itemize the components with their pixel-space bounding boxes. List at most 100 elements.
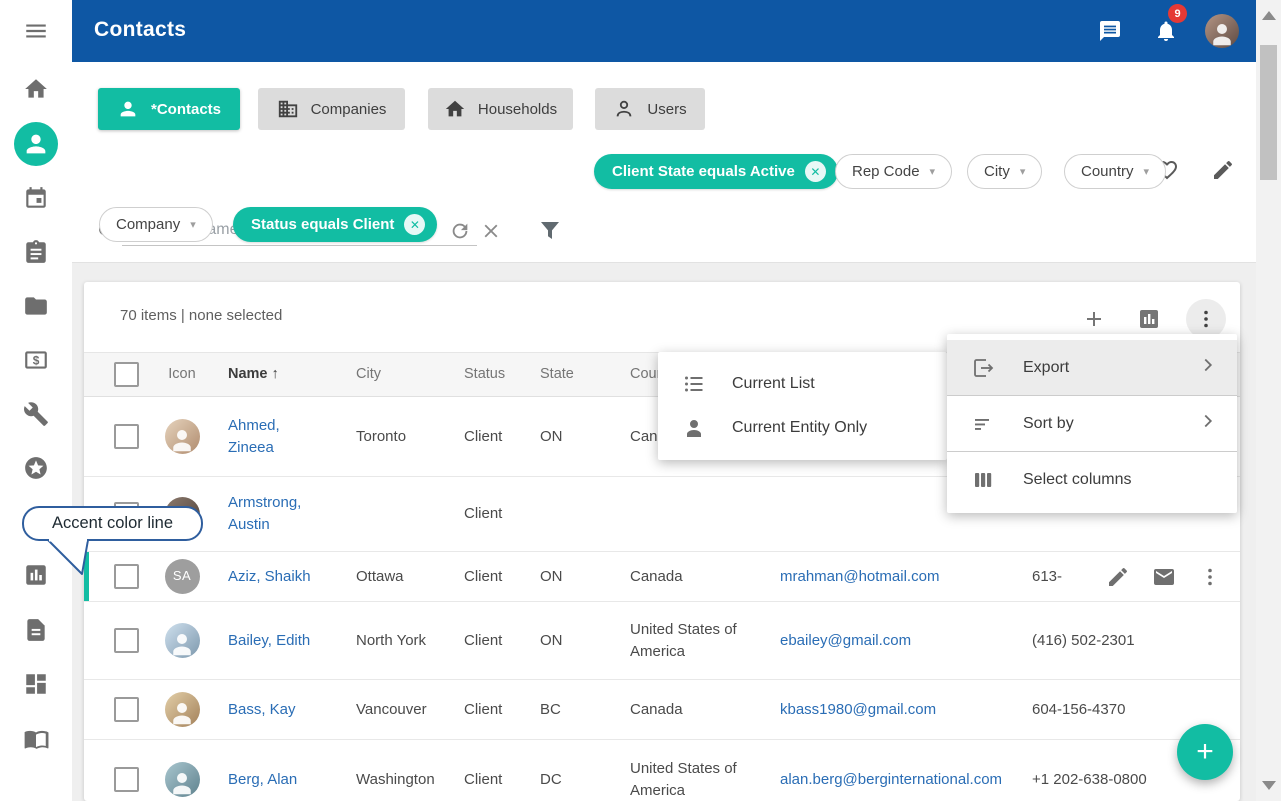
table-row[interactable]: Bass, Kay Vancouver Client BC Canada kba… [84,680,1240,740]
filter-chip-rep-code[interactable]: Rep Code ▾ [835,154,952,189]
table-row[interactable]: Bailey, Edith North York Client ON Unite… [84,602,1240,680]
row-more-options-icon[interactable] [1198,565,1222,589]
menu-item-current-entity-only[interactable]: Current Entity Only [658,406,947,450]
menu-icon[interactable] [23,18,49,44]
cell-status: Client [460,503,536,525]
cell-state: DC [536,769,614,791]
tab-contacts-label: *Contacts [151,101,221,118]
table-row[interactable]: Berg, Alan Washington Client DC United S… [84,740,1240,801]
home-icon[interactable] [23,76,49,102]
user-avatar[interactable] [1205,14,1239,48]
add-contact-fab[interactable]: + [1177,724,1233,780]
cell-country: United States of America [614,758,764,801]
filter-chip-client-state-label: Client State equals Active [612,163,795,180]
contact-photo-avatar [165,419,200,454]
filter-chip-city[interactable]: City ▾ [967,154,1042,189]
documents-file-icon[interactable] [23,617,49,643]
chevron-right-icon [1197,410,1219,437]
row-checkbox[interactable] [114,767,139,792]
tab-companies[interactable]: Companies [258,88,405,130]
contact-name-link[interactable]: Berg, Alan [228,771,297,788]
tab-households[interactable]: Households [428,88,573,130]
vertical-scrollbar[interactable] [1256,0,1281,801]
select-all-checkbox[interactable] [114,362,139,387]
contact-email-link[interactable]: kbass1980@gmail.com [780,701,936,718]
row-checkbox[interactable] [114,564,139,589]
cell-city: Washington [352,769,460,791]
contact-photo-avatar [165,692,200,727]
contact-email-link[interactable]: ebailey@gmail.com [780,632,911,649]
row-checkbox[interactable] [114,424,139,449]
cell-status: Client [460,630,536,652]
tasks-clipboard-icon[interactable] [23,239,49,265]
dashboard-icon[interactable] [23,671,49,697]
cell-phone: +1 202-638-0800 [1010,769,1170,791]
menu-item-sort-by[interactable]: Sort by [947,396,1237,451]
cell-state: ON [536,630,614,652]
tab-contacts[interactable]: *Contacts [98,88,240,130]
contact-email-link[interactable]: alan.berg@berginternational.com [780,771,1002,788]
row-checkbox[interactable] [114,628,139,653]
contact-name-link[interactable]: Aziz, Shaikh [228,568,311,585]
folder-icon[interactable] [23,293,49,319]
refresh-icon[interactable] [449,220,471,242]
more-options-menu: Export Sort by Select columns [947,334,1237,513]
cell-status: Client [460,566,536,588]
filter-chip-company[interactable]: Company ▾ [99,207,213,242]
billing-dollar-icon[interactable]: $ [23,347,49,373]
scroll-up-arrow-icon[interactable] [1262,11,1276,20]
tools-wrench-icon[interactable] [23,401,49,427]
filter-chip-status[interactable]: Status equals Client ✕ [233,207,437,242]
clear-search-icon[interactable] [480,220,502,242]
filter-chip-client-state[interactable]: Client State equals Active ✕ [594,154,838,189]
edit-contact-pencil-icon[interactable] [1106,565,1130,589]
menu-item-label: Current List [732,375,929,393]
sidebar: $ [0,0,72,801]
edit-view-pencil-icon[interactable] [1211,158,1235,182]
menu-item-label: Select columns [1023,471,1219,489]
contacts-nav-icon[interactable] [14,122,58,166]
column-header-icon[interactable]: Icon [140,364,224,385]
calendar-icon[interactable] [23,185,49,211]
knowledge-book-icon[interactable] [23,726,49,752]
menu-item-select-columns[interactable]: Select columns [947,452,1237,507]
menu-item-label: Sort by [1023,415,1169,433]
filter-chip-city-label: City [984,163,1010,180]
cell-status: Client [460,426,536,448]
add-item-icon[interactable] [1074,299,1114,339]
cell-state: ON [536,426,614,448]
menu-item-export[interactable]: Export [947,340,1237,395]
contact-name-link[interactable]: Bailey, Edith [228,632,310,649]
scroll-down-arrow-icon[interactable] [1262,781,1276,790]
tab-users[interactable]: Users [595,88,705,130]
chat-icon[interactable] [1098,19,1122,43]
column-header-state[interactable]: State [536,364,614,385]
filter-funnel-icon[interactable] [538,218,562,242]
contact-email-link[interactable]: mrahman@hotmail.com [780,568,939,585]
contact-name-link[interactable]: Bass, Kay [228,701,296,718]
cell-phone: (416) 502-2301 [1010,630,1170,652]
scrollbar-thumb[interactable] [1260,45,1277,180]
callout-tail [38,538,98,578]
menu-item-current-list[interactable]: Current List [658,362,947,406]
contact-name-link[interactable]: Armstrong, Austin [228,494,301,533]
filter-chip-status-label: Status equals Client [251,216,394,233]
chart-view-icon[interactable] [1129,299,1169,339]
menu-item-label: Export [1023,359,1169,377]
more-options-icon[interactable] [1186,299,1226,339]
column-header-city[interactable]: City [352,364,460,385]
row-actions [1092,552,1222,601]
contact-name-link[interactable]: Ahmed, Zineea [228,417,280,456]
column-header-name[interactable]: Name ↑ [224,364,352,385]
cell-city: Toronto [352,426,460,448]
row-checkbox[interactable] [114,697,139,722]
column-header-status[interactable]: Status [460,364,536,385]
chevron-down-icon: ▾ [930,165,936,178]
favorites-star-icon[interactable] [23,455,49,481]
remove-filter-icon[interactable]: ✕ [404,214,425,235]
remove-filter-icon[interactable]: ✕ [805,161,826,182]
table-row-highlighted[interactable]: SA Aziz, Shaikh Ottawa Client ON Canada … [84,552,1240,602]
send-email-envelope-icon[interactable] [1152,565,1176,589]
filter-chip-country[interactable]: Country ▾ [1064,154,1166,189]
contacts-page: $ Contacts 9 *Contacts Compa [0,0,1281,801]
